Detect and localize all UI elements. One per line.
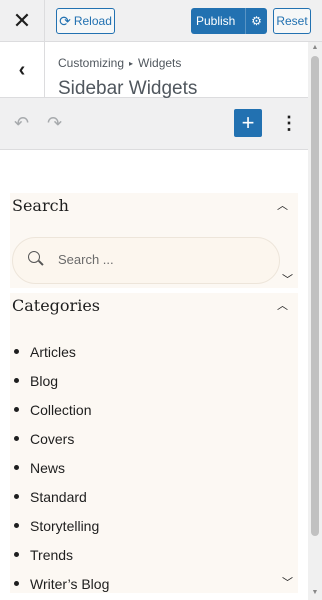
category-label[interactable]: Articles <box>30 344 76 360</box>
bullet-icon <box>14 581 19 586</box>
chevron-up-icon[interactable]: ︿ <box>277 297 288 313</box>
list-item[interactable]: Writer’s Blog <box>10 569 109 598</box>
undo-icon[interactable]: ↶ <box>14 113 29 134</box>
breadcrumb-separator-icon: ▸ <box>129 58 134 68</box>
publish-label: Publish <box>196 14 236 28</box>
search-widget-title: Search <box>12 196 69 215</box>
search-input[interactable]: Search ... <box>12 237 280 284</box>
bullet-icon <box>14 436 19 441</box>
list-item[interactable]: Articles <box>10 337 109 366</box>
reset-button[interactable]: Reset <box>273 8 311 34</box>
chevron-up-icon[interactable]: ︿ <box>277 197 288 213</box>
customizer-header: ✕ ⟳ Reload Publish ⚙ Reset <box>0 0 322 42</box>
search-placeholder: Search ... <box>58 252 114 267</box>
reload-icon: ⟳ <box>59 13 71 29</box>
more-options-button[interactable]: ⋮ <box>280 111 298 135</box>
list-item[interactable]: Standard <box>10 482 109 511</box>
bullet-icon <box>14 523 19 528</box>
list-item[interactable]: Covers <box>10 424 109 453</box>
category-label[interactable]: Trends <box>30 547 73 563</box>
back-button[interactable]: ‹ <box>0 42 45 98</box>
bullet-icon <box>14 494 19 499</box>
close-customizer-button[interactable]: ✕ <box>0 0 45 42</box>
add-block-button[interactable]: + <box>234 109 262 137</box>
reload-label: Reload <box>73 14 112 28</box>
bullet-icon <box>14 552 19 557</box>
category-label[interactable]: Storytelling <box>30 518 99 534</box>
chevron-down-icon[interactable]: ﹀ <box>282 271 293 287</box>
categories-list: Articles Blog Collection Covers News Sta… <box>10 337 109 598</box>
breadcrumb-parent: Customizing <box>58 56 125 70</box>
category-label[interactable]: Blog <box>30 373 58 389</box>
search-widget: Search ︿ Search ... ﹀ <box>10 193 298 288</box>
more-vertical-icon: ⋮ <box>280 113 298 133</box>
block-toolbar: ↶ ↷ + ⋮ <box>0 98 308 150</box>
category-label[interactable]: Writer’s Blog <box>30 576 109 592</box>
redo-icon[interactable]: ↷ <box>47 113 62 134</box>
bullet-icon <box>14 349 19 354</box>
section-header: ‹ Customizing ▸ Widgets Sidebar Widgets <box>0 42 308 99</box>
category-label[interactable]: News <box>30 460 65 476</box>
list-item[interactable]: Storytelling <box>10 511 109 540</box>
category-label[interactable]: Standard <box>30 489 87 505</box>
list-item[interactable]: Blog <box>10 366 109 395</box>
page-title: Sidebar Widgets <box>58 78 198 99</box>
categories-widget-title: Categories <box>12 296 100 315</box>
reload-button[interactable]: ⟳ Reload <box>56 8 115 34</box>
search-icon <box>28 251 44 266</box>
bullet-icon <box>14 465 19 470</box>
bullet-icon <box>14 378 19 383</box>
chevron-left-icon: ‹ <box>18 58 26 81</box>
categories-widget: Categories ︿ Articles Blog Collection Co… <box>10 293 298 593</box>
close-icon: ✕ <box>12 8 32 33</box>
breadcrumb: Customizing ▸ Widgets <box>58 56 181 70</box>
bullet-icon <box>14 407 19 412</box>
list-item[interactable]: Trends <box>10 540 109 569</box>
chevron-down-icon[interactable]: ﹀ <box>282 574 293 590</box>
plus-icon: + <box>241 110 255 135</box>
publish-settings-gear-icon[interactable]: ⚙ <box>245 8 267 34</box>
breadcrumb-child: Widgets <box>138 56 182 70</box>
scrollbar-thumb[interactable] <box>311 56 319 536</box>
scroll-up-arrow-icon[interactable]: ▲ <box>310 44 320 51</box>
category-label[interactable]: Covers <box>30 431 74 447</box>
category-label[interactable]: Collection <box>30 402 91 418</box>
scroll-down-arrow-icon[interactable]: ▼ <box>310 589 320 596</box>
reset-label: Reset <box>276 14 308 28</box>
list-item[interactable]: News <box>10 453 109 482</box>
list-item[interactable]: Collection <box>10 395 109 424</box>
publish-button[interactable]: Publish ⚙ <box>191 8 267 34</box>
